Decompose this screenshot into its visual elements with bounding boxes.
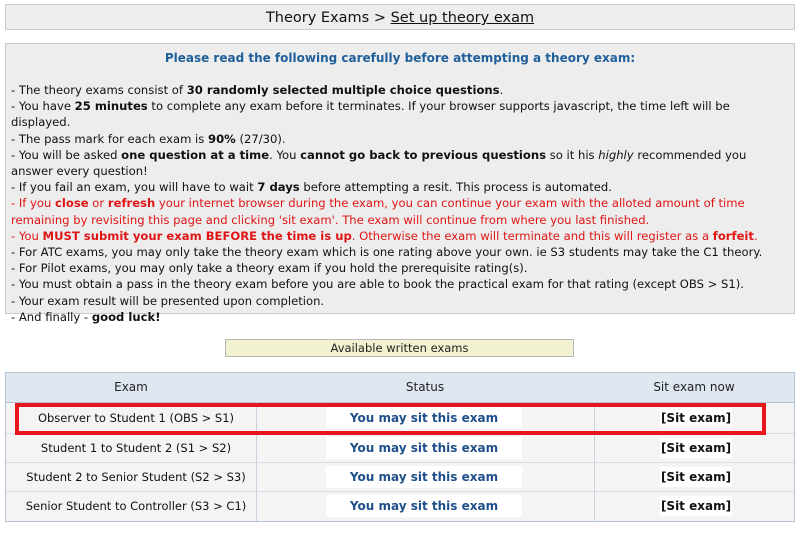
sit-exam-link[interactable]: [Sit exam] (660, 438, 732, 458)
available-exams-label: Available written exams (225, 339, 574, 357)
sit-exam-link[interactable]: [Sit exam] (660, 467, 732, 487)
table-row: Student 2 to Senior Student (S2 > S3) Yo… (6, 463, 794, 491)
breadcrumb-section: Theory Exams (265, 10, 370, 26)
exams-table: Exam Status Sit exam now Observer to Stu… (5, 372, 795, 522)
instructions-panel: Please read the following carefully befo… (5, 43, 795, 324)
column-header-exam: Exam (114, 380, 148, 394)
exam-name: Observer to Student 1 (OBS > S1) (16, 404, 256, 432)
breadcrumb-separator: > (369, 10, 391, 26)
instruction-item: - And finally - good luck! (11, 309, 161, 324)
instruction-warning: - You MUST submit your exam BEFORE the t… (11, 228, 758, 243)
exam-name: Student 2 to Senior Student (S2 > S3) (16, 463, 256, 491)
instruction-item: - The theory exams consist of 30 randoml… (11, 83, 504, 97)
table-header: Exam Status Sit exam now (6, 373, 794, 403)
exam-status: You may sit this exam (326, 466, 522, 488)
instruction-item: - You must obtain a pass in the theory e… (11, 277, 744, 292)
table-row: Observer to Student 1 (OBS > S1) You may… (6, 404, 794, 432)
exam-status: You may sit this exam (326, 407, 522, 429)
page-header: Theory Exams > Set up theory exam (5, 4, 795, 30)
instructions-heading: Please read the following carefully befo… (164, 51, 636, 65)
table-row: Senior Student to Controller (S3 > C1) Y… (6, 492, 794, 520)
column-header-sit: Sit exam now (653, 380, 735, 394)
instruction-item: - You will be asked one question at a ti… (11, 147, 747, 179)
sit-exam-link[interactable]: [Sit exam] (660, 496, 732, 516)
instruction-item: - The pass mark for each exam is 90% (27… (11, 131, 286, 146)
column-header-status: Status (405, 380, 445, 394)
sit-exam-link[interactable]: [Sit exam] (660, 408, 732, 428)
instruction-item: - For Pilot exams, you may only take a t… (11, 261, 528, 276)
breadcrumb-current-link[interactable]: Set up theory exam (391, 10, 535, 26)
exam-status: You may sit this exam (326, 495, 522, 517)
exam-name: Senior Student to Controller (S3 > C1) (16, 492, 256, 520)
exam-status: You may sit this exam (326, 437, 522, 459)
instruction-item: - Your exam result will be presented upo… (11, 293, 325, 308)
instructions-list: - The theory exams consist of 30 randoml… (11, 82, 789, 325)
instruction-item: - You have 25 minutes to complete any ex… (11, 99, 730, 130)
instruction-item: - For ATC exams, you may only take the t… (11, 245, 763, 260)
instruction-item: - If you fail an exam, you will have to … (11, 180, 612, 195)
instruction-warning: - If you close or refresh your internet … (11, 196, 745, 227)
exam-name: Student 1 to Student 2 (S1 > S2) (16, 434, 256, 462)
table-row: Student 1 to Student 2 (S1 > S2) You may… (6, 434, 794, 462)
